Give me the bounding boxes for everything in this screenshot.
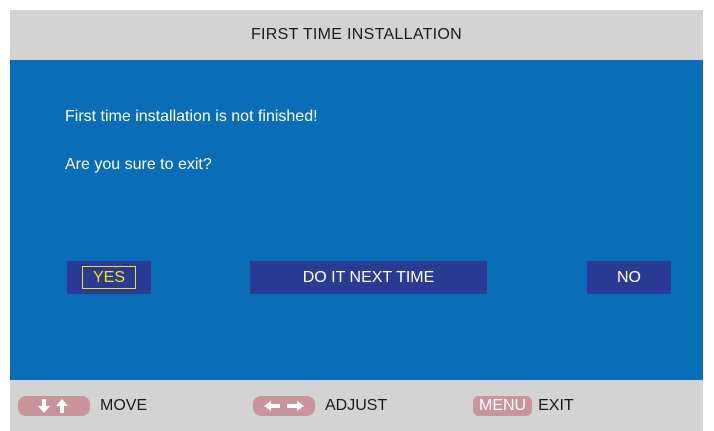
message-not-finished: First time installation is not finished! — [65, 108, 318, 125]
menu-key-badge: MENU — [473, 395, 533, 416]
hint-move: MOVE — [18, 380, 147, 431]
no-button-label: NO — [617, 268, 641, 286]
left-right-arrows-icon — [253, 395, 315, 416]
message-confirm-exit: Are you sure to exit? — [65, 156, 212, 173]
exit-confirm-dialog: First time installation is not finished!… — [10, 60, 703, 380]
hint-move-label: MOVE — [100, 396, 148, 414]
yes-button[interactable]: YES — [67, 261, 151, 294]
footer-hints: MOVE ADJUST MENU EXIT — [10, 380, 703, 431]
tv-screen: FIRST TIME INSTALLATION First time insta… — [0, 0, 714, 431]
title-bar: FIRST TIME INSTALLATION — [10, 10, 703, 60]
do-it-next-time-label: DO IT NEXT TIME — [302, 268, 435, 286]
hint-exit-label: EXIT — [538, 396, 574, 414]
hint-adjust: ADJUST — [253, 380, 387, 431]
yes-button-label: YES — [81, 266, 136, 289]
no-button[interactable]: NO — [587, 261, 671, 294]
hint-adjust-label: ADJUST — [325, 396, 388, 414]
do-it-next-time-button[interactable]: DO IT NEXT TIME — [250, 261, 487, 294]
up-down-arrows-icon — [18, 395, 90, 416]
hint-exit: MENU EXIT — [473, 380, 574, 431]
page-title: FIRST TIME INSTALLATION — [250, 26, 463, 43]
